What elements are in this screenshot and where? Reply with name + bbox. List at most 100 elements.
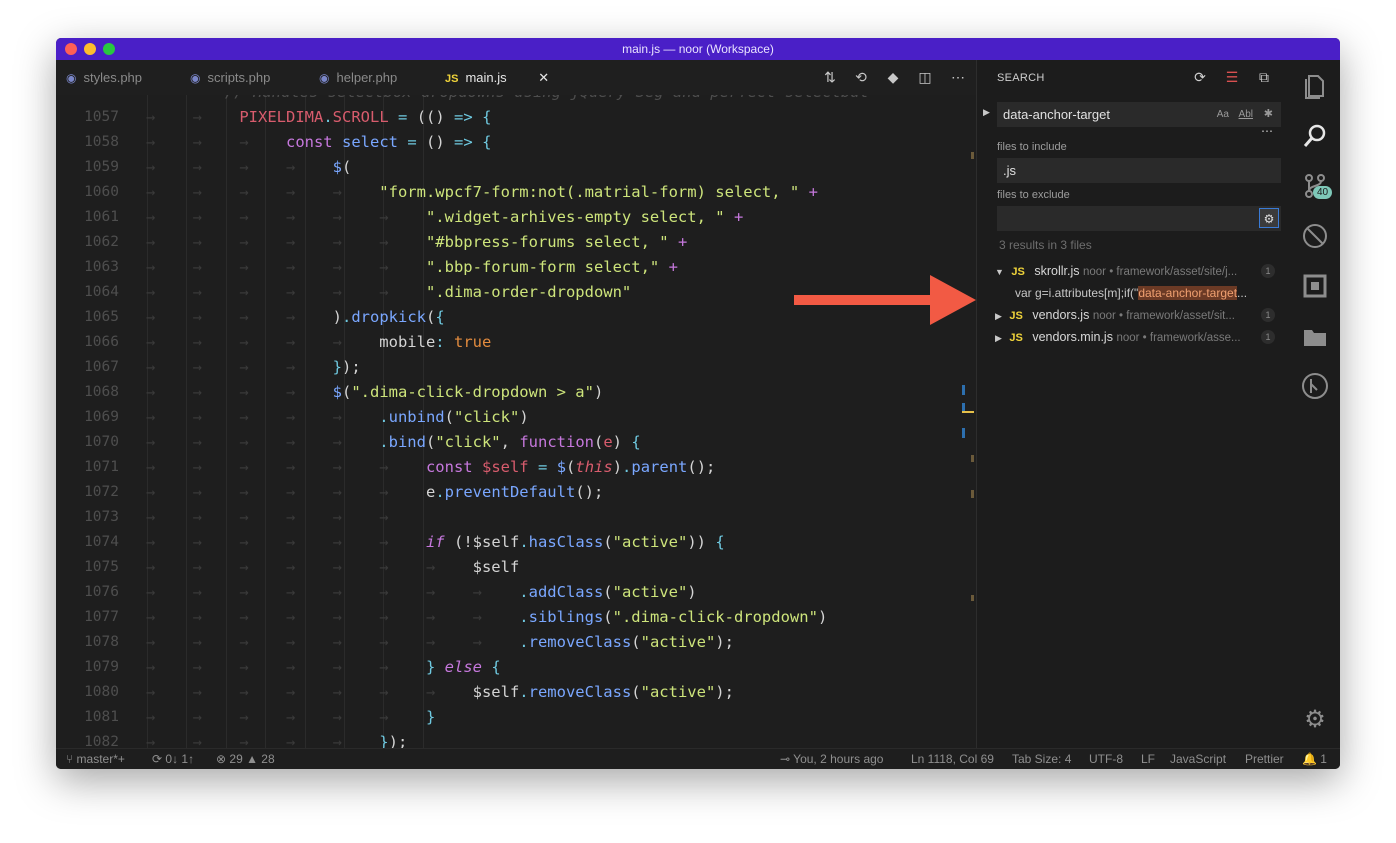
close-tab-icon[interactable]: ✕ xyxy=(538,70,549,85)
activity-bar: 40 ⚙ xyxy=(1290,60,1340,748)
tab-label: main.js xyxy=(465,70,507,85)
chevron-down-icon: ▼ xyxy=(995,267,1004,277)
zoom-window-button[interactable] xyxy=(103,43,115,55)
result-file-vendors-min[interactable]: ▶ JS vendors.min.js noor • framework/ass… xyxy=(995,326,1285,348)
chevron-right-icon: ▶ xyxy=(995,333,1002,343)
folder-icon[interactable] xyxy=(1301,322,1329,350)
tab-styles-php[interactable]: ◉ styles.php xyxy=(66,60,142,95)
tab-label: scripts.php xyxy=(207,70,271,85)
files-exclude-input[interactable]: ⚙ xyxy=(997,206,1281,231)
js-icon: JS xyxy=(1011,266,1025,278)
js-icon: JS xyxy=(1009,332,1023,344)
close-window-button[interactable] xyxy=(65,43,77,55)
refresh-icon[interactable]: ⟳ xyxy=(1191,69,1209,86)
annotation-arrow xyxy=(794,275,976,325)
collapse-all-icon[interactable]: ⧉ xyxy=(1255,69,1273,86)
result-match-line[interactable]: var g=i.attributes[m];if("data-anchor-ta… xyxy=(1015,282,1285,304)
code-line: 1069 → → → → → .unbind("click") xyxy=(84,408,529,426)
git-blame-item[interactable]: ⊸ You, 2 hours ago xyxy=(780,749,883,769)
js-icon: JS xyxy=(1009,310,1023,322)
toggle-replace-icon[interactable]: ▶ xyxy=(983,107,990,118)
clear-results-icon[interactable]: ☰ xyxy=(1223,69,1241,86)
code-line: 1060 → → → → → "form.wpcf7-form:not(.matr… xyxy=(84,183,818,201)
window-title: main.js — noor (Workspace) xyxy=(622,42,774,56)
cursor-position-item[interactable]: Ln 1118, Col 69 xyxy=(911,749,994,769)
code-line: 1078 → → → → → → → → .removeClass("active… xyxy=(84,633,734,651)
files-include-value: .js xyxy=(1003,163,1016,178)
problems-item[interactable]: ⊗ 29 ▲ 28 xyxy=(216,749,275,769)
code-line: 1073 → → → → → → xyxy=(84,508,426,526)
code-line: 1059 → → → → $( xyxy=(84,158,352,176)
search-icon[interactable] xyxy=(1301,122,1329,150)
previous-change-icon[interactable]: ⟲ xyxy=(849,60,873,95)
result-file-vendors[interactable]: ▶ JS vendors.js noor • framework/asset/s… xyxy=(995,304,1285,326)
code-line: 1070 → → → → → .bind("click", function(e)… xyxy=(84,433,641,451)
status-bar: ⑂ master*+ ⟳ 0↓ 1↑ ⊗ 29 ▲ 28 ⊸ You, 2 ho… xyxy=(56,748,1340,769)
explorer-icon[interactable] xyxy=(1301,72,1329,100)
editor-window: main.js — noor (Workspace) ◉ styles.php ◉… xyxy=(56,38,1340,769)
result-file-skrollr[interactable]: ▼ JS skrollr.js noor • framework/asset/s… xyxy=(995,260,1285,282)
code-line: 1066 → → → → → mobile: true xyxy=(84,333,492,351)
code-line: 1072 → → → → → → e.preventDefault(); xyxy=(84,483,604,501)
encoding-item[interactable]: UTF-8 xyxy=(1089,749,1123,769)
whole-word-icon[interactable]: Abl xyxy=(1239,102,1253,127)
minimize-window-button[interactable] xyxy=(84,43,96,55)
code-line: 1075 → → → → → → → $self xyxy=(84,558,520,576)
code-line: 1082 → → → → → }); xyxy=(84,733,408,748)
result-count-badge: 1 xyxy=(1261,264,1275,278)
debug-icon[interactable] xyxy=(1301,222,1329,250)
search-sidebar: SEARCH ⟳ ☰ ⧉ ▶ data-anchor-target Aa Abl… xyxy=(976,60,1291,748)
settings-gear-icon[interactable]: ⚙ xyxy=(1301,706,1329,734)
title-bar: main.js — noor (Workspace) xyxy=(56,38,1340,60)
search-input[interactable]: data-anchor-target Aa Abl ✱ xyxy=(997,102,1281,127)
code-line: 1076 → → → → → → → → .addClass("active") xyxy=(84,583,697,601)
result-count-badge: 1 xyxy=(1261,308,1275,322)
code-line: 1068 → → → → $(".dima-click-dropdown > a"… xyxy=(84,383,604,401)
tab-helper-php[interactable]: ◉ helper.php xyxy=(319,60,397,95)
files-include-input[interactable]: .js xyxy=(997,158,1281,183)
code-line: 1081 → → → → → → } xyxy=(84,708,436,726)
arrow-shaft xyxy=(794,295,934,305)
toggle-search-details-icon[interactable]: ⋯ xyxy=(1261,124,1273,138)
eol-item[interactable]: LF xyxy=(1141,749,1155,769)
code-editor[interactable]: // Handles selectbox dropdowns using jQu… xyxy=(56,95,976,748)
notifications-item[interactable]: 🔔 1 xyxy=(1302,749,1327,769)
code-line: 1058 → → → const select = () => { xyxy=(84,133,492,151)
code-line: 1077 → → → → → → → → .siblings(".dima-cli… xyxy=(84,608,828,626)
results-summary: 3 results in 3 files xyxy=(999,238,1092,252)
code-line: 1061 → → → → → → ".widget-arhives-empty s… xyxy=(84,208,744,226)
code-line: 1079 → → → → → → } else { xyxy=(84,658,501,676)
extensions-icon[interactable] xyxy=(1301,272,1329,300)
use-exclude-settings-icon[interactable]: ⚙ xyxy=(1259,208,1279,228)
language-item[interactable]: JavaScript xyxy=(1170,749,1226,769)
formatter-item[interactable]: Prettier xyxy=(1245,749,1284,769)
match-case-icon[interactable]: Aa xyxy=(1217,102,1229,127)
more-actions-icon[interactable]: ⋯ xyxy=(946,60,970,95)
php-icon: ◉ xyxy=(66,71,77,85)
branch-item[interactable]: ⑂ master*+ xyxy=(66,749,125,769)
git-icon[interactable]: ◆ xyxy=(881,60,905,95)
files-exclude-label: files to exclude xyxy=(997,189,1070,201)
code-line: 1067 → → → → }); xyxy=(84,358,361,376)
js-icon: JS xyxy=(445,73,459,85)
git-graph-icon[interactable] xyxy=(1301,372,1329,400)
open-changes-icon[interactable]: ⇅ xyxy=(818,60,842,95)
code-line: 1057 → → PIXELDIMA.SCROLL = (() => { xyxy=(84,108,492,126)
code-line-partial: // Handles selectbox dropdowns using jQu… xyxy=(56,95,976,105)
tab-scripts-php[interactable]: ◉ scripts.php xyxy=(190,60,270,95)
code-line: 1080 → → → → → → → $self.removeClass("act… xyxy=(84,683,734,701)
code-line: 1062 → → → → → → "#bbpress-forums select,… xyxy=(84,233,688,251)
code-line: 1074 → → → → → → if (!$self.hasClass("act… xyxy=(84,533,725,551)
tab-size-item[interactable]: Tab Size: 4 xyxy=(1012,749,1071,769)
php-icon: ◉ xyxy=(190,71,201,85)
source-control-icon[interactable]: 40 xyxy=(1301,172,1333,200)
split-editor-icon[interactable]: ◫ xyxy=(913,60,937,95)
tab-label: helper.php xyxy=(336,70,398,85)
files-include-label: files to include xyxy=(997,141,1067,153)
sync-item[interactable]: ⟳ 0↓ 1↑ xyxy=(152,749,194,769)
scm-badge: 40 xyxy=(1313,186,1333,199)
chevron-right-icon: ▶ xyxy=(995,311,1002,321)
search-query: data-anchor-target xyxy=(1003,107,1110,122)
tab-main-js[interactable]: JS main.js ✕ xyxy=(445,60,549,95)
code-line: 1071 → → → → → → const $self = $(this).pa… xyxy=(84,458,716,476)
